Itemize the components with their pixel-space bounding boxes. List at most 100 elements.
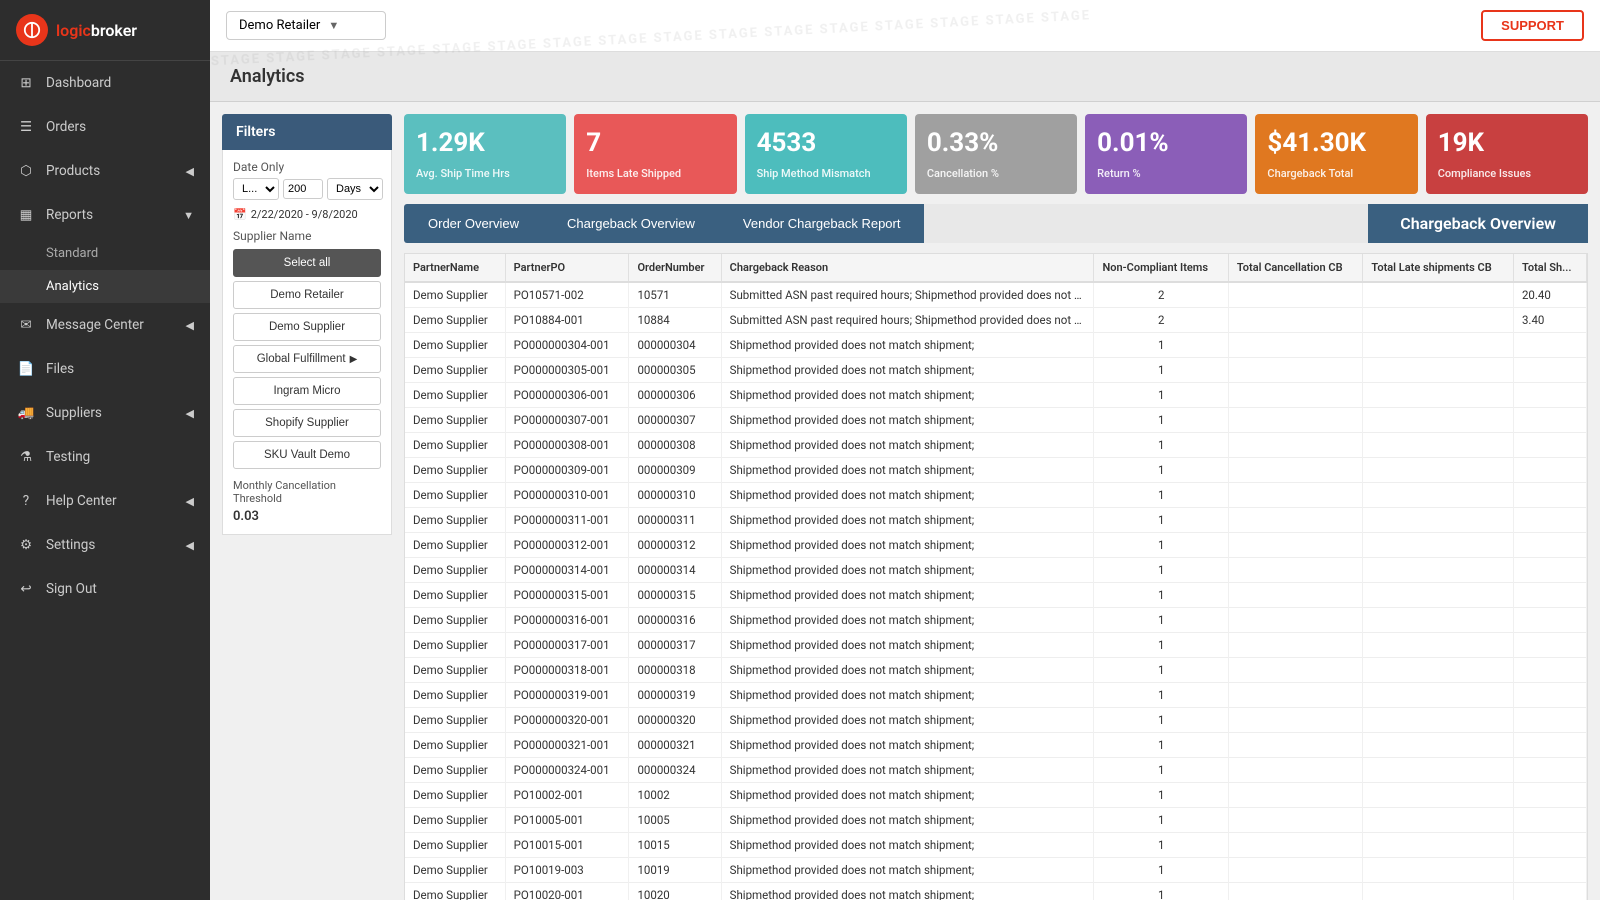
sidebar-item-standard[interactable]: Standard [0, 237, 210, 270]
cell-po: PO000000314-001 [505, 558, 629, 583]
message-icon: ✉ [16, 315, 36, 335]
table-row[interactable]: Demo Supplier PO000000304-001 000000304 … [405, 333, 1587, 358]
table-row[interactable]: Demo Supplier PO000000315-001 000000315 … [405, 583, 1587, 608]
col-cancel-cb: Total Cancellation CB [1228, 254, 1363, 282]
sidebar-item-files[interactable]: 📄 Files [0, 347, 210, 391]
table-row[interactable]: Demo Supplier PO10015-001 10015 Shipmeth… [405, 833, 1587, 858]
threshold-label: Monthly Cancellation Threshold [233, 479, 381, 505]
cell-non-compliant: 1 [1094, 708, 1228, 733]
table-row[interactable]: Demo Supplier PO000000319-001 000000319 … [405, 683, 1587, 708]
supplier-demo-supplier-button[interactable]: Demo Supplier [233, 313, 381, 341]
table-row[interactable]: Demo Supplier PO000000310-001 000000310 … [405, 483, 1587, 508]
kpi-value: 0.01% [1097, 128, 1235, 158]
table-row[interactable]: Demo Supplier PO000000312-001 000000312 … [405, 533, 1587, 558]
table-row[interactable]: Demo Supplier PO000000321-001 000000321 … [405, 733, 1587, 758]
supplier-global-fulfillment-button[interactable]: Global Fulfillment ▶ [233, 345, 381, 373]
table-row[interactable]: Demo Supplier PO000000305-001 000000305 … [405, 358, 1587, 383]
cell-cancel-cb [1228, 733, 1363, 758]
chargeback-table-container[interactable]: PartnerName PartnerPO OrderNumber Charge… [404, 253, 1588, 900]
chevron-left-icon: ◀ [186, 539, 194, 552]
cell-cancel-cb [1228, 883, 1363, 900]
retailer-selector[interactable]: Demo Retailer ▼ [226, 11, 386, 40]
cell-order: 000000321 [629, 733, 721, 758]
cell-non-compliant: 1 [1094, 558, 1228, 583]
sidebar-item-dashboard[interactable]: ⊞ Dashboard [0, 61, 210, 105]
cell-non-compliant: 1 [1094, 808, 1228, 833]
table-row[interactable]: Demo Supplier PO000000311-001 000000311 … [405, 508, 1587, 533]
cell-reason: Shipmethod provided does not match shipm… [721, 733, 1094, 758]
cell-reason: Shipmethod provided does not match shipm… [721, 783, 1094, 808]
table-row[interactable]: Demo Supplier PO000000324-001 000000324 … [405, 758, 1587, 783]
grid-icon: ⊞ [16, 73, 36, 93]
supplier-select-all-button[interactable]: Select all [233, 249, 381, 277]
cell-cancel-cb [1228, 808, 1363, 833]
sidebar-item-settings[interactable]: ⚙ Settings ◀ [0, 523, 210, 567]
cell-po: PO000000311-001 [505, 508, 629, 533]
table-row[interactable]: Demo Supplier PO10020-001 10020 Shipmeth… [405, 883, 1587, 900]
cell-non-compliant: 1 [1094, 658, 1228, 683]
table-row[interactable]: Demo Supplier PO000000318-001 000000318 … [405, 658, 1587, 683]
date-filter-label: Date Only [233, 160, 381, 174]
sidebar-item-sign-out[interactable]: ↩ Sign Out [0, 567, 210, 611]
sidebar-item-reports[interactable]: ▦ Reports ▼ [0, 193, 210, 237]
table-row[interactable]: Demo Supplier PO000000308-001 000000308 … [405, 433, 1587, 458]
cell-total [1513, 608, 1586, 633]
cell-late-cb [1363, 608, 1514, 633]
sidebar-item-products[interactable]: ⬡ Products ◀ [0, 149, 210, 193]
table-row[interactable]: Demo Supplier PO10002-001 10002 Shipmeth… [405, 783, 1587, 808]
table-row[interactable]: Demo Supplier PO10005-001 10005 Shipmeth… [405, 808, 1587, 833]
cell-order: 000000324 [629, 758, 721, 783]
table-row[interactable]: Demo Supplier PO000000307-001 000000307 … [405, 408, 1587, 433]
table-row[interactable]: Demo Supplier PO10884-001 10884 Submitte… [405, 308, 1587, 333]
supplier-sku-vault-button[interactable]: SKU Vault Demo [233, 441, 381, 469]
days-input[interactable] [283, 179, 323, 199]
cell-late-cb [1363, 558, 1514, 583]
cell-partner: Demo Supplier [405, 783, 505, 808]
support-button[interactable]: SUPPORT [1481, 10, 1584, 41]
table-row[interactable]: Demo Supplier PO000000317-001 000000317 … [405, 633, 1587, 658]
cell-late-cb [1363, 408, 1514, 433]
supplier-ingram-micro-button[interactable]: Ingram Micro [233, 377, 381, 405]
kpi-chargeback-total: $41.30K Chargeback Total [1255, 114, 1417, 194]
cell-total [1513, 358, 1586, 383]
table-row[interactable]: Demo Supplier PO000000306-001 000000306 … [405, 383, 1587, 408]
cell-po: PO000000321-001 [505, 733, 629, 758]
sidebar-item-message-center[interactable]: ✉ Message Center ◀ [0, 303, 210, 347]
cell-non-compliant: 1 [1094, 733, 1228, 758]
cell-total [1513, 458, 1586, 483]
kpi-label: Return % [1097, 167, 1235, 180]
cell-reason: Shipmethod provided does not match shipm… [721, 458, 1094, 483]
sidebar-item-help-center[interactable]: ? Help Center ◀ [0, 479, 210, 523]
table-row[interactable]: Demo Supplier PO000000309-001 000000309 … [405, 458, 1587, 483]
kpi-label: Compliance Issues [1438, 167, 1576, 180]
tab-order-overview[interactable]: Order Overview [404, 204, 543, 243]
cell-late-cb [1363, 333, 1514, 358]
supplier-shopify-button[interactable]: Shopify Supplier [233, 409, 381, 437]
cell-late-cb [1363, 508, 1514, 533]
sidebar-item-analytics[interactable]: Analytics [0, 270, 210, 303]
days-unit-select[interactable]: Days [327, 178, 383, 200]
cell-partner: Demo Supplier [405, 858, 505, 883]
table-row[interactable]: Demo Supplier PO10019-003 10019 Shipmeth… [405, 858, 1587, 883]
tab-vendor-chargeback-report[interactable]: Vendor Chargeback Report [719, 204, 925, 243]
table-row[interactable]: Demo Supplier PO000000314-001 000000314 … [405, 558, 1587, 583]
sidebar-item-suppliers[interactable]: 🚚 Suppliers ◀ [0, 391, 210, 435]
tab-chargeback-overview[interactable]: Chargeback Overview [543, 204, 719, 243]
cell-late-cb [1363, 483, 1514, 508]
table-row[interactable]: Demo Supplier PO000000316-001 000000316 … [405, 608, 1587, 633]
cell-po: PO000000309-001 [505, 458, 629, 483]
sidebar-item-orders[interactable]: ☰ Orders [0, 105, 210, 149]
cell-cancel-cb [1228, 608, 1363, 633]
table-row[interactable]: Demo Supplier PO000000320-001 000000320 … [405, 708, 1587, 733]
table-row[interactable]: Demo Supplier PO10571-002 10571 Submitte… [405, 282, 1587, 308]
filter-row-days: L... Days [233, 178, 381, 200]
logo[interactable]: logicbroker [0, 0, 210, 61]
supplier-demo-retailer-button[interactable]: Demo Retailer [233, 281, 381, 309]
chevron-down-icon: ▼ [183, 209, 194, 222]
table-header-row: PartnerName PartnerPO OrderNumber Charge… [405, 254, 1587, 282]
sidebar-item-testing[interactable]: ⚗ Testing [0, 435, 210, 479]
filter-range-select[interactable]: L... [233, 178, 279, 200]
cell-cancel-cb [1228, 558, 1363, 583]
cell-po: PO10002-001 [505, 783, 629, 808]
cell-reason: Shipmethod provided does not match shipm… [721, 583, 1094, 608]
